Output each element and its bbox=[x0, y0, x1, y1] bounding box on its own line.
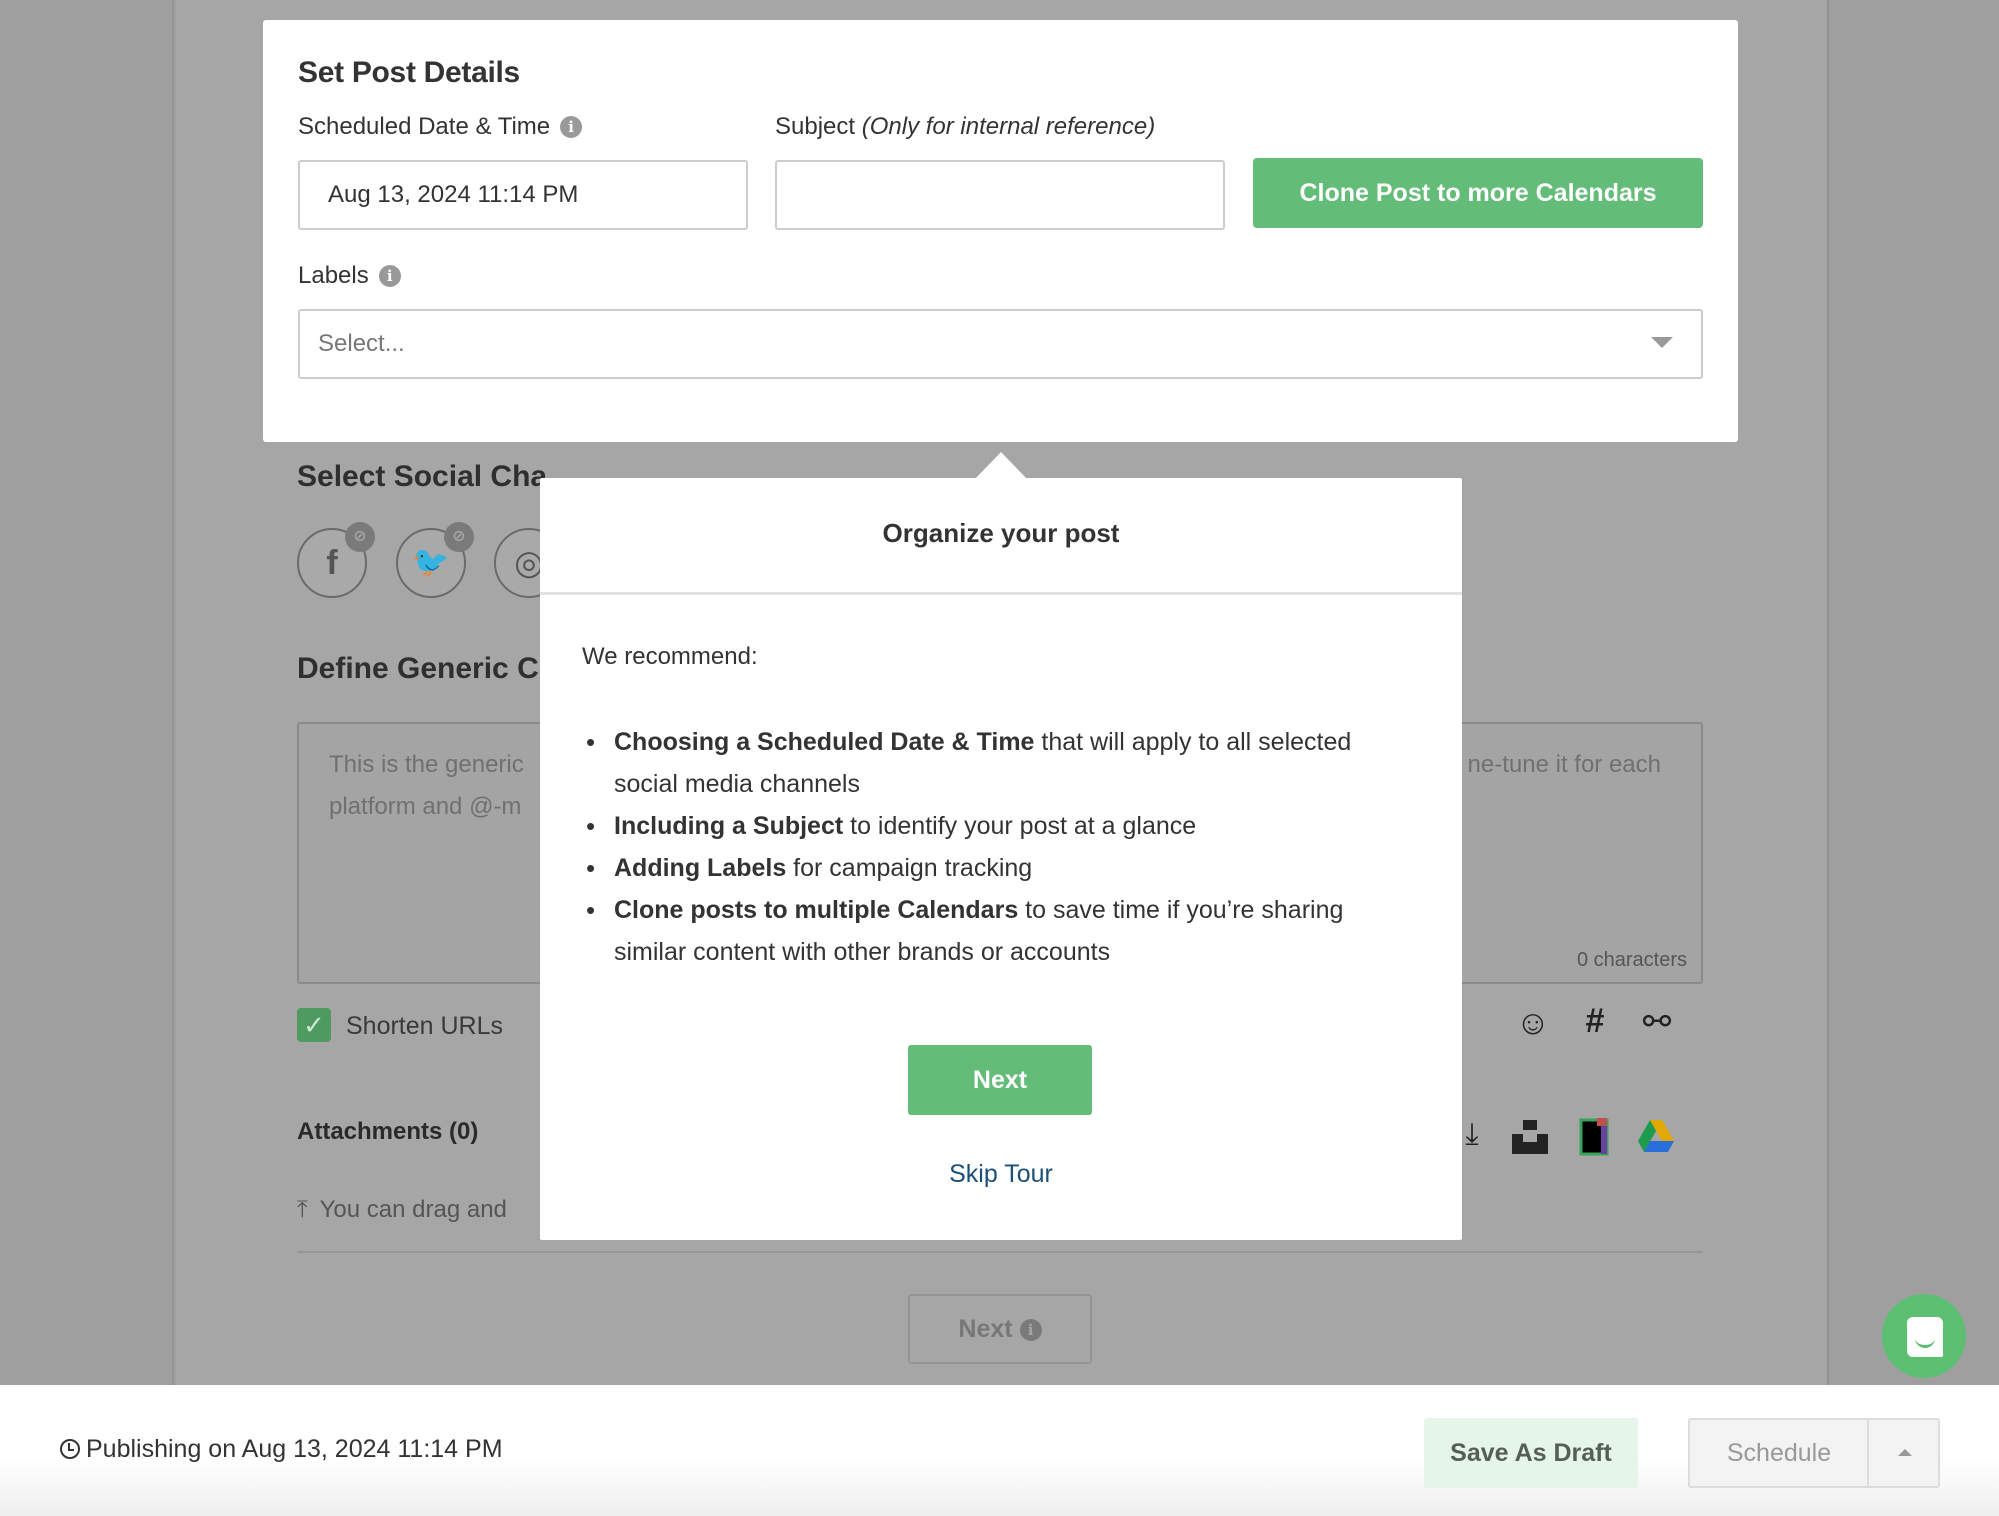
clone-post-button[interactable]: Clone Post to more Calendars bbox=[1253, 158, 1703, 228]
save-draft-button[interactable]: Save As Draft bbox=[1424, 1418, 1638, 1488]
info-icon[interactable]: i bbox=[560, 116, 583, 138]
unsplash-icon[interactable] bbox=[1510, 1118, 1550, 1163]
tour-recommendations: Choosing a Scheduled Date & Time that wi… bbox=[582, 721, 1422, 973]
footer-bar: Publishing on Aug 13, 2024 11:14 PM Save… bbox=[0, 1385, 1999, 1516]
info-icon: i bbox=[1019, 1319, 1042, 1341]
scheduled-date-input[interactable]: Aug 13, 2024 11:14 PM bbox=[298, 160, 748, 230]
hashtag-icon[interactable]: # bbox=[1575, 1002, 1615, 1041]
list-item: Choosing a Scheduled Date & Time that wi… bbox=[582, 721, 1422, 805]
list-item: Adding Labels for campaign tracking bbox=[582, 847, 1422, 889]
chat-launcher-button[interactable] bbox=[1882, 1294, 1966, 1378]
list-item: Clone posts to multiple Calendars to sav… bbox=[582, 889, 1422, 973]
scheduled-date-label: Scheduled Date & Time i bbox=[298, 113, 583, 141]
channel-facebook[interactable]: f ⊘ bbox=[297, 522, 375, 598]
divider bbox=[540, 592, 1462, 595]
popover-arrow bbox=[975, 452, 1027, 479]
generic-content-title: Define Generic C bbox=[297, 652, 539, 685]
skip-tour-link[interactable]: Skip Tour bbox=[540, 1160, 1462, 1189]
subject-input[interactable] bbox=[775, 160, 1225, 230]
shorten-urls-label: Shorten URLs bbox=[346, 1012, 504, 1040]
character-count: 0 characters bbox=[1576, 949, 1687, 971]
tour-title: Organize your post bbox=[882, 518, 1120, 548]
twitter-icon: 🐦 bbox=[412, 546, 450, 579]
attachments-title: Attachments (0) bbox=[297, 1118, 479, 1145]
left-gutter bbox=[0, 0, 174, 1385]
link-icon[interactable]: ⚯ bbox=[1637, 1002, 1677, 1042]
tour-intro: We recommend: bbox=[582, 643, 758, 670]
file-icon[interactable] bbox=[1574, 1118, 1614, 1165]
upload-icon: ⤒ bbox=[297, 1196, 308, 1223]
emoji-icon[interactable]: ☺ bbox=[1513, 1004, 1553, 1043]
clock-icon bbox=[60, 1439, 80, 1459]
textarea-placeholder-right: ne-tune it for each bbox=[1467, 751, 1661, 778]
schedule-button[interactable]: Schedule bbox=[1688, 1418, 1868, 1488]
tour-popover: Organize your post We recommend: Choosin… bbox=[540, 478, 1462, 1240]
tour-next-button[interactable]: Next bbox=[908, 1045, 1092, 1115]
textarea-placeholder: This is the generic platform and @-m bbox=[329, 751, 524, 820]
google-drive-icon[interactable] bbox=[1636, 1120, 1676, 1161]
shorten-urls-checkbox[interactable]: ✓ bbox=[297, 1008, 331, 1042]
chat-icon bbox=[1907, 1317, 1943, 1357]
labels-label: Labels i bbox=[298, 262, 401, 290]
social-channels-title: Select Social Cha bbox=[297, 460, 548, 493]
drop-hint: ⤒ You can drag and bbox=[297, 1196, 507, 1223]
divider bbox=[297, 1251, 1703, 1253]
channel-twitter[interactable]: 🐦 ⊘ bbox=[396, 522, 474, 598]
subject-label: Subject (Only for internal reference) bbox=[775, 113, 1156, 140]
unlinked-icon: ⊘ bbox=[345, 522, 375, 552]
post-details-card: Set Post Details Scheduled Date & Time i … bbox=[263, 20, 1738, 442]
publishing-status: Publishing on Aug 13, 2024 11:14 PM bbox=[60, 1435, 503, 1464]
list-item: Including a Subject to identify your pos… bbox=[582, 805, 1422, 847]
chevron-down-icon bbox=[1651, 337, 1673, 348]
next-button-disabled[interactable]: Next i bbox=[908, 1294, 1092, 1364]
right-gutter bbox=[1827, 0, 1999, 1385]
labels-select[interactable]: Select... bbox=[298, 309, 1703, 379]
unlinked-icon: ⊘ bbox=[444, 522, 474, 552]
schedule-options-button[interactable] bbox=[1867, 1418, 1940, 1488]
post-details-title: Set Post Details bbox=[298, 56, 520, 89]
facebook-icon: f bbox=[326, 544, 338, 582]
info-icon[interactable]: i bbox=[378, 265, 401, 287]
